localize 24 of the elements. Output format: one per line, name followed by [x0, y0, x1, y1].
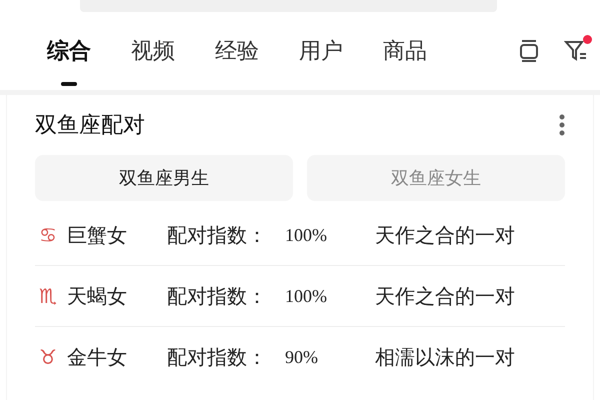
sign-name: 金牛女	[67, 344, 128, 370]
segment-button[interactable]: 双鱼座男生	[35, 155, 293, 201]
score-label: 配对指数：	[167, 344, 268, 370]
sign-name: 天蝎女	[67, 282, 128, 310]
tab[interactable]: 经验	[215, 14, 259, 88]
sign-name: 巨蟹女	[67, 222, 128, 248]
zodiac-symbol-icon: ♉	[39, 347, 67, 367]
zodiac-symbol-icon: ♏	[39, 286, 67, 306]
score-label: 配对指数：	[167, 282, 268, 310]
match-description: 天作之合的一对	[375, 222, 516, 248]
more-icon[interactable]	[559, 114, 565, 136]
score-label: 配对指数：	[167, 222, 268, 248]
score-value: 100%	[285, 286, 328, 306]
match-description: 天作之合的一对	[375, 282, 516, 310]
match-description: 相濡以沫的一对	[375, 344, 516, 370]
score-value: 100%	[285, 224, 328, 246]
zodiac-symbol-icon: ♋	[39, 225, 67, 245]
tab[interactable]: 综合	[47, 14, 91, 88]
tab[interactable]: 用户	[299, 14, 343, 88]
score-value: 90%	[285, 346, 319, 368]
card-title: 双鱼座配对	[35, 112, 145, 140]
tab[interactable]: 商品	[383, 14, 427, 88]
tab[interactable]: 视频	[131, 14, 175, 88]
card-view-icon[interactable]	[518, 39, 540, 63]
